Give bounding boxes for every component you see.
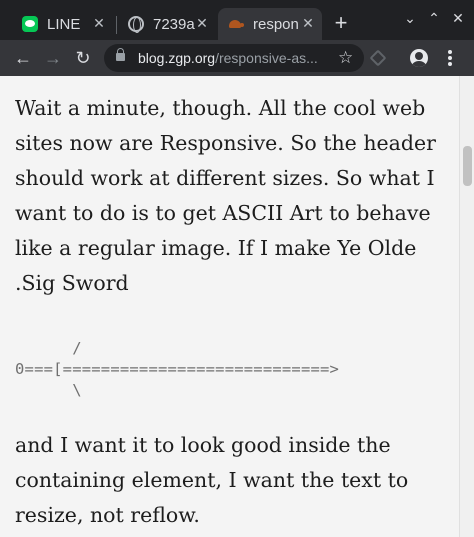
- new-tab-button[interactable]: +: [330, 12, 352, 34]
- paragraph-resize: and I want it to look good inside the co…: [15, 433, 409, 527]
- url-path: /responsive-as...: [215, 50, 318, 66]
- globe-icon: [128, 16, 144, 33]
- article-body: Wait a minute, though. All the cool web …: [15, 91, 455, 527]
- vertical-scrollbar[interactable]: [459, 76, 474, 537]
- line-app-icon: [22, 16, 38, 32]
- minimize-icon[interactable]: ⌄: [400, 10, 420, 27]
- tab-7239a[interactable]: 7239a ✕: [118, 8, 216, 40]
- tab-title: 7239a: [153, 15, 195, 33]
- tab-strip: LINE ✕ 7239a ✕ respon ✕ + ⌄ ⌃ ✕: [0, 0, 474, 40]
- ascii-art-sword: / 0===[============================> \: [15, 339, 340, 399]
- page-viewport: Wait a minute, though. All the cool web …: [0, 76, 474, 537]
- tab-line[interactable]: LINE ✕: [8, 8, 113, 40]
- tab-responsive-ascii-active[interactable]: respon ✕: [218, 8, 322, 40]
- maximize-icon[interactable]: ⌃: [424, 10, 444, 27]
- back-button[interactable]: ←: [12, 47, 34, 69]
- forward-button[interactable]: →: [42, 47, 64, 69]
- scrollbar-thumb[interactable]: [463, 146, 472, 186]
- lock-icon: [116, 48, 125, 61]
- extension-icon[interactable]: [369, 49, 387, 67]
- url-host: blog.zgp.org: [138, 50, 216, 66]
- close-tab-icon[interactable]: ✕: [194, 15, 210, 31]
- close-tab-icon[interactable]: ✕: [300, 15, 316, 31]
- address-bar[interactable]: blog.zgp.org/responsive-as... ☆: [104, 44, 364, 72]
- tab-separator: [116, 16, 117, 34]
- bookmark-star-icon[interactable]: ☆: [338, 48, 353, 68]
- close-tab-icon[interactable]: ✕: [91, 15, 107, 31]
- paragraph-intro: Wait a minute, though. All the cool web …: [15, 96, 436, 295]
- url-text[interactable]: blog.zgp.org/responsive-as...: [138, 50, 328, 66]
- tab-title: LINE: [47, 15, 81, 33]
- tab-title: respon: [253, 15, 299, 33]
- more-menu-icon[interactable]: [440, 48, 460, 68]
- turtle-icon: [228, 16, 244, 32]
- browser-toolbar: ← → ↻ blog.zgp.org/responsive-as... ☆: [0, 40, 474, 76]
- reload-button[interactable]: ↻: [72, 47, 94, 69]
- close-window-icon[interactable]: ✕: [448, 10, 468, 27]
- profile-avatar-icon[interactable]: [410, 49, 428, 67]
